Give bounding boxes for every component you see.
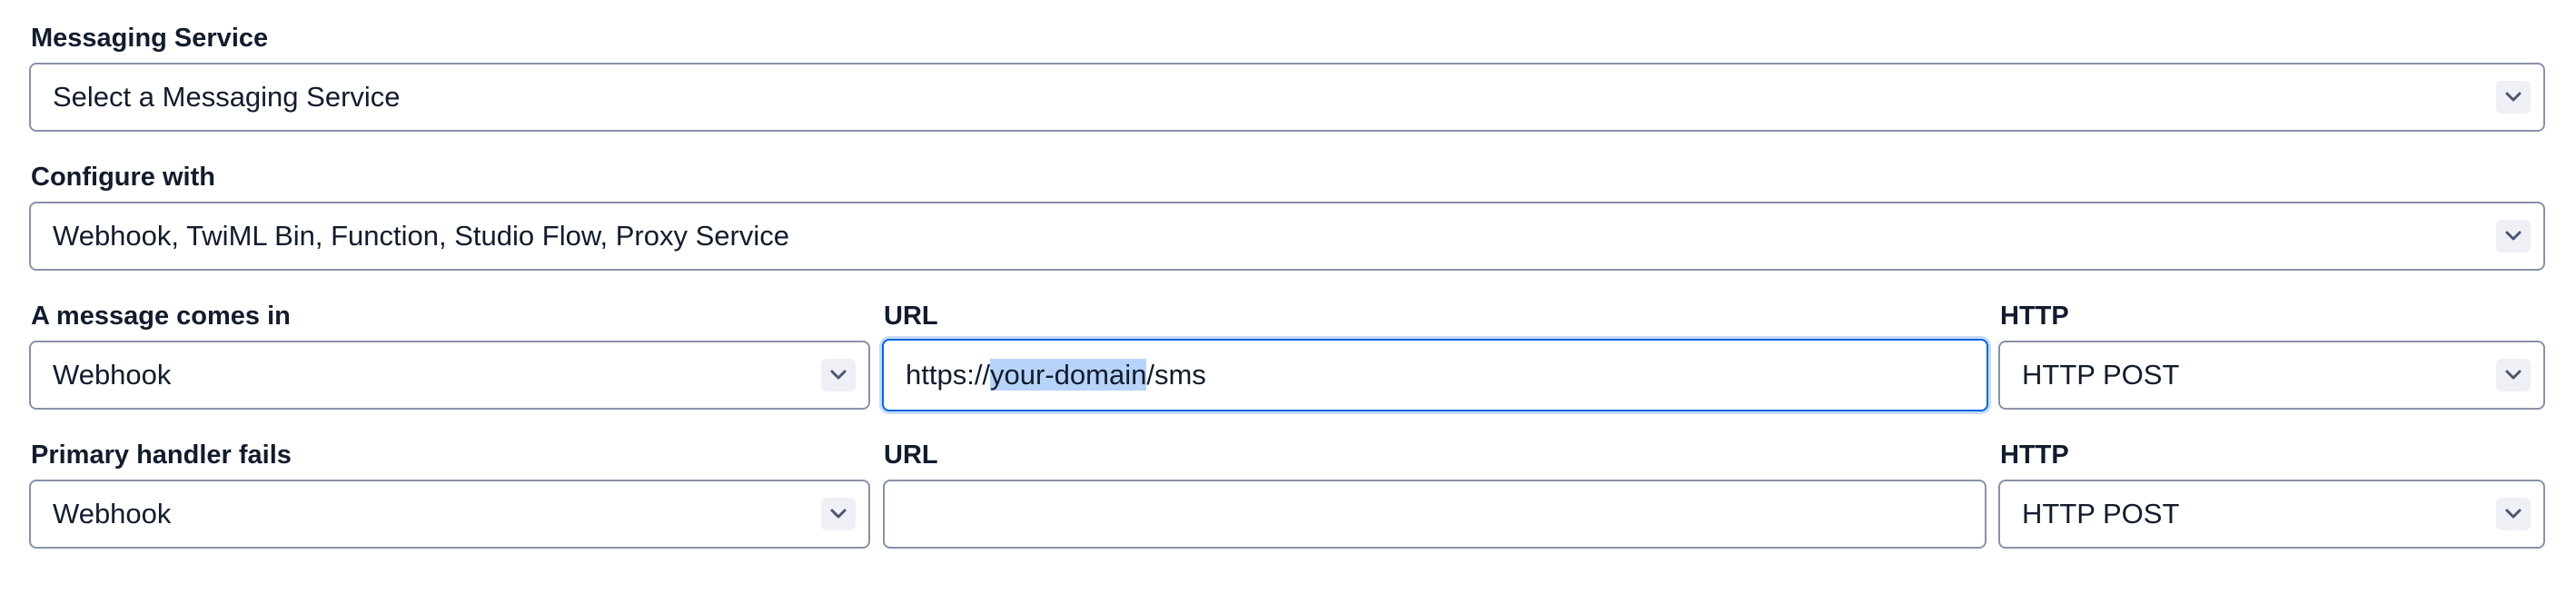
url-suffix-text: /sms — [1146, 359, 1206, 391]
primary-handler-fails-handler-value: Webhook — [53, 498, 172, 530]
message-comes-in-handler-select[interactable]: Webhook — [29, 341, 870, 410]
configure-with-select[interactable]: Webhook, TwiML Bin, Function, Studio Flo… — [29, 202, 2545, 271]
message-comes-in-url-value: https://your-domain/sms — [906, 341, 1206, 410]
primary-handler-fails-http-value: HTTP POST — [2022, 498, 2180, 530]
message-comes-in-label: A message comes in — [31, 302, 291, 331]
primary-handler-fails-url-input[interactable] — [883, 480, 1986, 549]
message-comes-in-http-value: HTTP POST — [2022, 359, 2180, 391]
primary-handler-fails-label: Primary handler fails — [31, 441, 292, 470]
message-comes-in-http-select[interactable]: HTTP POST — [1998, 341, 2545, 410]
primary-handler-fails-handler-select[interactable]: Webhook — [29, 480, 870, 549]
url-prefix-text: https:// — [906, 359, 991, 391]
messaging-service-label: Messaging Service — [31, 24, 269, 53]
chevron-down-icon[interactable] — [821, 359, 856, 391]
message-comes-in-url-label: URL — [884, 302, 938, 331]
primary-handler-fails-http-select[interactable]: HTTP POST — [1998, 480, 2545, 549]
configure-with-value: Webhook, TwiML Bin, Function, Studio Flo… — [53, 220, 789, 252]
message-comes-in-url-input[interactable]: https://your-domain/sms — [882, 339, 1988, 411]
primary-handler-fails-url-label: URL — [884, 441, 938, 470]
chevron-down-icon[interactable] — [2496, 498, 2531, 530]
messaging-configuration-form: Messaging Service Select a Messaging Ser… — [0, 0, 2576, 594]
chevron-down-icon[interactable] — [821, 498, 856, 530]
chevron-down-icon[interactable] — [2496, 220, 2531, 252]
message-comes-in-handler-value: Webhook — [53, 359, 172, 391]
chevron-down-icon[interactable] — [2496, 359, 2531, 391]
chevron-down-icon[interactable] — [2496, 81, 2531, 114]
url-selected-text: your-domain — [990, 359, 1147, 391]
configure-with-label: Configure with — [31, 163, 215, 192]
messaging-service-select[interactable]: Select a Messaging Service — [29, 63, 2545, 132]
messaging-service-value: Select a Messaging Service — [53, 81, 401, 113]
primary-handler-fails-http-label: HTTP — [2000, 441, 2069, 470]
message-comes-in-http-label: HTTP — [2000, 302, 2069, 331]
